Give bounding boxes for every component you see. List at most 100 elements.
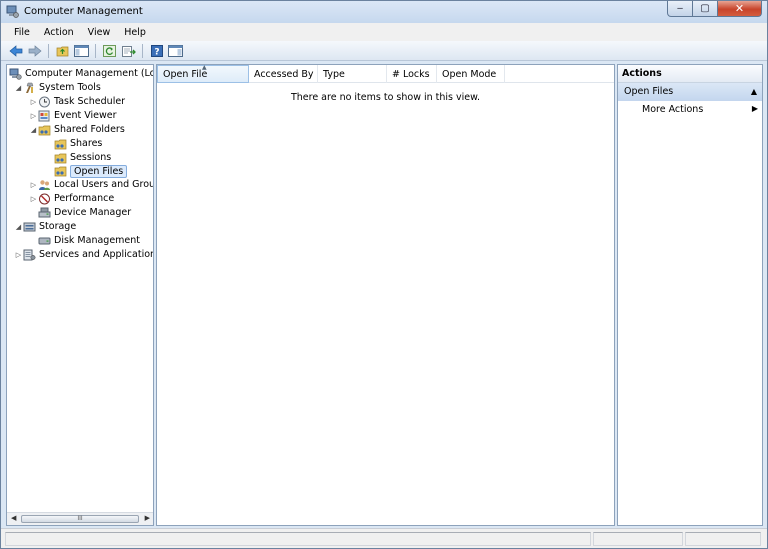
status-bar bbox=[1, 528, 767, 548]
tree-item-storage[interactable]: ◢ Storage bbox=[14, 220, 76, 233]
scroll-left-icon[interactable]: ◀ bbox=[11, 514, 16, 522]
tree-item-local-users-and-groups[interactable]: ▷ Local Users and Groups bbox=[29, 178, 153, 191]
more-actions-item[interactable]: More Actions ▶ bbox=[642, 104, 758, 115]
system-tools-icon bbox=[26, 82, 34, 93]
close-icon: ✕ bbox=[734, 2, 745, 15]
actions-section-label: Open Files bbox=[624, 86, 674, 97]
collapsed-arrow-icon[interactable]: ▷ bbox=[29, 181, 38, 189]
tree-item-label: Computer Management (Local bbox=[25, 68, 153, 79]
back-arrow-icon bbox=[8, 44, 22, 57]
toolbar-separator bbox=[142, 43, 143, 58]
expanded-arrow-icon[interactable]: ◢ bbox=[14, 223, 23, 231]
more-actions-label: More Actions bbox=[642, 104, 704, 115]
column-label: Type bbox=[323, 68, 345, 80]
collapsed-arrow-icon[interactable]: ▷ bbox=[29, 195, 38, 203]
empty-list-message: There are no items to show in this view. bbox=[290, 92, 481, 103]
column-open-mode[interactable]: Open Mode bbox=[437, 65, 505, 83]
shared-folder-icon bbox=[54, 139, 67, 149]
show-hide-action-pane-icon bbox=[168, 44, 183, 57]
console-tree-pane[interactable]: Computer Management (Local ◢ System Tool… bbox=[6, 64, 154, 526]
results-pane[interactable]: ▲ Open File Accessed By Type # Locks Ope… bbox=[156, 64, 615, 526]
tree-item-performance[interactable]: ▷ Performance bbox=[29, 192, 114, 205]
menu-view[interactable]: View bbox=[81, 27, 118, 38]
column-label: Open Mode bbox=[442, 68, 497, 80]
storage-icon bbox=[23, 222, 36, 231]
tree-item-disk-management[interactable]: Disk Management bbox=[29, 234, 140, 247]
tree-item-device-manager[interactable]: Device Manager bbox=[29, 206, 131, 219]
tree-item-shared-folders[interactable]: ◢ Shared Folders bbox=[29, 123, 125, 136]
menu-help[interactable]: Help bbox=[117, 27, 153, 38]
minimize-button[interactable]: ‒ bbox=[667, 1, 693, 17]
help-icon: ? bbox=[150, 44, 163, 57]
tree-item-task-scheduler[interactable]: ▷ Task Scheduler bbox=[29, 95, 125, 108]
column-label: # Locks bbox=[392, 68, 430, 80]
maximize-button[interactable]: ▢ bbox=[693, 1, 718, 17]
scroll-right-icon[interactable]: ▶ bbox=[145, 514, 150, 522]
scrollbar-thumb[interactable]: III bbox=[21, 515, 139, 523]
shared-folder-icon bbox=[54, 153, 67, 163]
column-open-file[interactable]: ▲ Open File bbox=[157, 64, 249, 83]
column-label: Open File bbox=[163, 68, 208, 80]
expanded-arrow-icon[interactable]: ◢ bbox=[14, 84, 23, 92]
collapsed-arrow-icon[interactable]: ▷ bbox=[29, 112, 38, 120]
refresh-button[interactable] bbox=[101, 43, 118, 59]
column-accessed-by[interactable]: Accessed By bbox=[249, 65, 318, 83]
title-bar[interactable]: Computer Management ‒ ▢ ✕ bbox=[1, 1, 767, 23]
forward-button[interactable] bbox=[26, 43, 43, 59]
tree-item-services-and-applications[interactable]: ▷ Services and Applications bbox=[14, 248, 154, 261]
tree-item-label: Open Files bbox=[70, 164, 128, 178]
column-label: Accessed By bbox=[254, 68, 314, 80]
help-button[interactable]: ? bbox=[148, 43, 165, 59]
tree-item-label: Device Manager bbox=[54, 207, 132, 218]
show-hide-action-pane-button[interactable] bbox=[167, 43, 184, 59]
menu-file[interactable]: File bbox=[7, 27, 37, 38]
sort-ascending-icon: ▲ bbox=[202, 64, 207, 71]
column-type[interactable]: Type bbox=[318, 65, 387, 83]
services-icon bbox=[23, 249, 36, 260]
toolbar-separator bbox=[48, 43, 49, 58]
shared-folder-icon bbox=[38, 125, 51, 135]
tree-item-open-files[interactable]: Open Files bbox=[54, 164, 128, 178]
status-segment bbox=[593, 532, 683, 546]
toolbar-separator bbox=[95, 43, 96, 58]
column-locks[interactable]: # Locks bbox=[387, 65, 437, 83]
tree-item-sessions[interactable]: Sessions bbox=[54, 151, 111, 164]
status-segment bbox=[685, 532, 761, 546]
close-button[interactable]: ✕ bbox=[718, 1, 762, 17]
menu-bar: File Action View Help bbox=[1, 23, 767, 41]
back-button[interactable] bbox=[7, 43, 24, 59]
tree-item-label: Task Scheduler bbox=[54, 96, 126, 107]
tree-item-label: Services and Applications bbox=[39, 249, 154, 260]
export-list-icon bbox=[121, 45, 136, 57]
clock-icon bbox=[39, 96, 50, 107]
up-one-level-button[interactable] bbox=[54, 43, 71, 59]
status-segment bbox=[5, 532, 591, 546]
tree-item-label: Storage bbox=[39, 221, 77, 232]
actions-pane: Actions Open Files ▲ More Actions ▶ bbox=[617, 64, 763, 526]
tree-horizontal-scrollbar[interactable]: ◀ III ▶ bbox=[7, 512, 153, 525]
shared-folder-icon bbox=[54, 166, 67, 177]
tree-item-system-tools[interactable]: ◢ System Tools bbox=[14, 81, 101, 94]
window-title: Computer Management bbox=[24, 6, 143, 17]
forward-arrow-icon bbox=[28, 44, 42, 57]
toolbar: ? bbox=[1, 41, 767, 61]
collapsed-arrow-icon[interactable]: ▷ bbox=[29, 98, 38, 106]
collapse-arrow-icon[interactable]: ▲ bbox=[751, 87, 757, 96]
refresh-icon bbox=[103, 44, 116, 57]
collapsed-arrow-icon[interactable]: ▷ bbox=[14, 251, 23, 259]
event-viewer-icon bbox=[38, 110, 50, 121]
menu-action[interactable]: Action bbox=[37, 27, 81, 38]
tree-item-computer-management[interactable]: Computer Management (Local bbox=[9, 67, 153, 80]
submenu-arrow-icon: ▶ bbox=[751, 104, 758, 113]
app-window: Computer Management ‒ ▢ ✕ File Action Vi… bbox=[0, 0, 768, 549]
actions-section-open-files[interactable]: Open Files ▲ bbox=[618, 83, 762, 101]
tree-item-label: Shared Folders bbox=[54, 124, 125, 135]
tree-item-event-viewer[interactable]: ▷ Event Viewer bbox=[29, 109, 117, 122]
computer-management-icon bbox=[9, 68, 22, 80]
export-list-button[interactable] bbox=[120, 43, 137, 59]
tree-item-shares[interactable]: Shares bbox=[54, 137, 102, 150]
show-hide-console-tree-button[interactable] bbox=[73, 43, 90, 59]
expanded-arrow-icon[interactable]: ◢ bbox=[29, 126, 38, 134]
tree-item-label: Disk Management bbox=[54, 235, 141, 246]
tree-item-label: Event Viewer bbox=[54, 110, 117, 121]
